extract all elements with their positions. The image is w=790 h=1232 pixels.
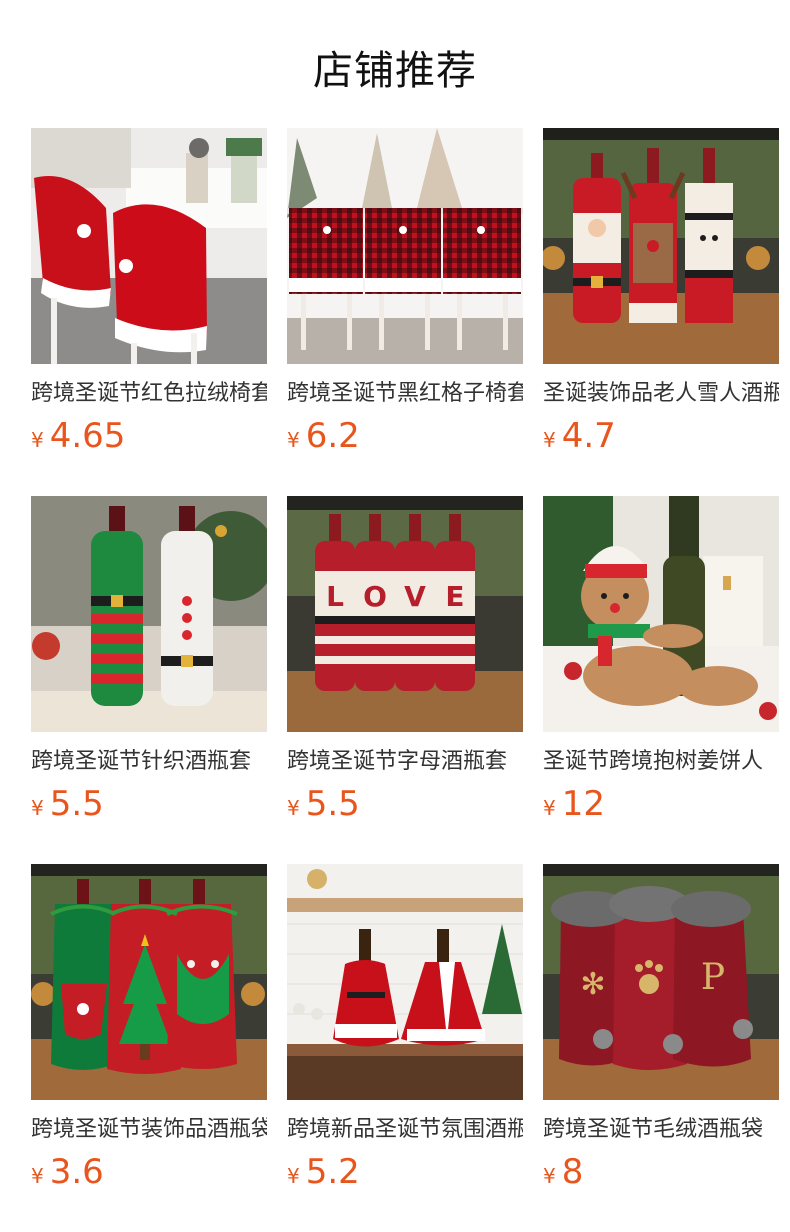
price-amount: 6.2 bbox=[305, 416, 360, 456]
price-amount: 5.2 bbox=[305, 1152, 360, 1192]
product-name[interactable]: 跨境圣诞节红色拉绒椅套 bbox=[31, 379, 267, 409]
product-image[interactable] bbox=[31, 496, 267, 732]
currency-symbol: ¥ bbox=[287, 428, 300, 452]
price-amount: 8 bbox=[561, 1152, 584, 1192]
svg-text:O: O bbox=[363, 580, 387, 613]
product-grid: 跨境圣诞节红色拉绒椅套 ¥4.65 跨境圣诞节黑红格子椅套 ¥ 6.2 圣诞装饰… bbox=[31, 128, 779, 1232]
currency-symbol: ¥ bbox=[543, 796, 556, 820]
product-name[interactable]: 跨境圣诞节毛绒酒瓶袋 bbox=[543, 1115, 779, 1145]
product-price: ¥6.2 bbox=[287, 414, 360, 458]
product-card[interactable]: 跨境圣诞节装饰品酒瓶袋 ¥3.6 bbox=[31, 864, 267, 1232]
product-name[interactable]: 跨境圣诞节黑红格子椅套 bbox=[287, 379, 523, 409]
product-price: ¥8 bbox=[543, 1150, 583, 1194]
currency-symbol: ¥ bbox=[543, 1164, 556, 1188]
product-price: ¥3.6 bbox=[31, 1150, 104, 1194]
product-image[interactable] bbox=[31, 128, 267, 364]
currency-symbol: ¥ bbox=[287, 1164, 300, 1188]
price-amount: 5.5 bbox=[305, 784, 360, 824]
price-amount: 4.7 bbox=[561, 416, 616, 456]
product-image[interactable] bbox=[31, 864, 267, 1100]
product-name[interactable]: 跨境圣诞节针织酒瓶套 bbox=[31, 747, 267, 777]
price-amount: 5.5 bbox=[49, 784, 104, 824]
product-card[interactable]: L O V E 跨境圣诞节字母酒瓶套 ¥5.5 bbox=[287, 496, 523, 864]
currency-symbol: ¥ bbox=[31, 796, 44, 820]
product-name[interactable]: 跨境圣诞节装饰品酒瓶袋 bbox=[31, 1115, 267, 1145]
product-card[interactable]: ✻ P 跨境圣诞节毛绒酒瓶袋 ¥8 bbox=[543, 864, 779, 1232]
product-card[interactable]: 跨境圣诞节针织酒瓶套 ¥5.5 bbox=[31, 496, 267, 864]
currency-symbol: ¥ bbox=[543, 428, 556, 452]
price-amount: 12 bbox=[561, 784, 605, 824]
product-card[interactable]: 圣诞装饰品老人雪人酒瓶套 ¥4.7 bbox=[543, 128, 779, 496]
svg-text:V: V bbox=[404, 580, 426, 613]
price-amount: 3.6 bbox=[49, 1152, 104, 1192]
product-price: ¥4.7 bbox=[543, 414, 616, 458]
product-card[interactable]: 跨境圣诞节红色拉绒椅套 ¥4.65 bbox=[31, 128, 267, 496]
product-price: ¥12 bbox=[543, 782, 605, 826]
product-image[interactable]: ✻ P bbox=[543, 864, 779, 1100]
price-amount: 4.65 bbox=[49, 416, 126, 456]
currency-symbol: ¥ bbox=[31, 1164, 44, 1188]
product-price: ¥5.2 bbox=[287, 1150, 360, 1194]
svg-text:✻: ✻ bbox=[580, 967, 605, 1002]
product-card[interactable]: 圣诞节跨境抱树姜饼人 ¥12 bbox=[543, 496, 779, 864]
svg-text:E: E bbox=[445, 580, 464, 613]
page-title: 店铺推荐 bbox=[313, 48, 477, 94]
product-price: ¥5.5 bbox=[287, 782, 360, 826]
product-image[interactable] bbox=[287, 864, 523, 1100]
product-image[interactable]: L O V E bbox=[287, 496, 523, 732]
product-name[interactable]: 跨境新品圣诞节氛围酒瓶套 bbox=[287, 1115, 523, 1145]
product-image[interactable] bbox=[287, 128, 523, 364]
product-card[interactable]: 跨境圣诞节黑红格子椅套 ¥6.2 bbox=[287, 128, 523, 496]
product-card[interactable]: 跨境新品圣诞节氛围酒瓶套 ¥5.2 bbox=[287, 864, 523, 1232]
product-price: ¥4.65 bbox=[31, 414, 125, 458]
product-image[interactable] bbox=[543, 496, 779, 732]
svg-text:L: L bbox=[326, 580, 344, 613]
svg-text:P: P bbox=[701, 957, 725, 998]
product-name[interactable]: 跨境圣诞节字母酒瓶套 bbox=[287, 747, 523, 777]
product-name[interactable]: 圣诞装饰品老人雪人酒瓶套 bbox=[543, 379, 779, 409]
product-name[interactable]: 圣诞节跨境抱树姜饼人 bbox=[543, 747, 779, 777]
currency-symbol: ¥ bbox=[287, 796, 300, 820]
product-price: ¥5.5 bbox=[31, 782, 104, 826]
currency-symbol: ¥ bbox=[31, 428, 44, 452]
product-image[interactable] bbox=[543, 128, 779, 364]
